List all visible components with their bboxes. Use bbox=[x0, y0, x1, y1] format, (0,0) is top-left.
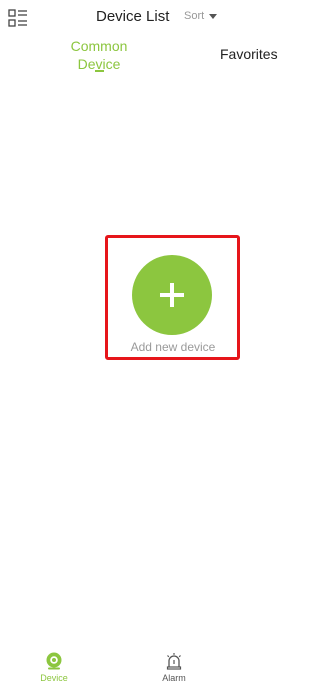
active-tab-indicator bbox=[95, 70, 104, 72]
camera-icon bbox=[46, 652, 62, 670]
page-title: Device List bbox=[96, 8, 170, 25]
header-bar: Device List Sort bbox=[0, 0, 279, 36]
add-device-button[interactable] bbox=[132, 255, 212, 335]
bottom-nav: Device Alarm bbox=[0, 645, 279, 693]
nav-label-alarm: Alarm bbox=[162, 673, 186, 683]
tab-favorites[interactable]: Favorites bbox=[220, 46, 278, 62]
tab-common-device[interactable]: Common Device bbox=[60, 37, 138, 73]
nav-item-device[interactable]: Device bbox=[24, 645, 84, 693]
add-device-label[interactable]: Add new device bbox=[106, 340, 240, 354]
list-grid-icon[interactable] bbox=[8, 9, 28, 27]
caret-down-icon bbox=[209, 13, 218, 19]
nav-item-alarm[interactable]: Alarm bbox=[144, 645, 204, 693]
sort-label: Sort bbox=[184, 10, 205, 22]
sort-button[interactable]: Sort bbox=[184, 10, 218, 22]
alarm-siren-icon bbox=[166, 653, 182, 670]
plus-icon bbox=[160, 283, 184, 307]
nav-label-device: Device bbox=[40, 673, 68, 683]
